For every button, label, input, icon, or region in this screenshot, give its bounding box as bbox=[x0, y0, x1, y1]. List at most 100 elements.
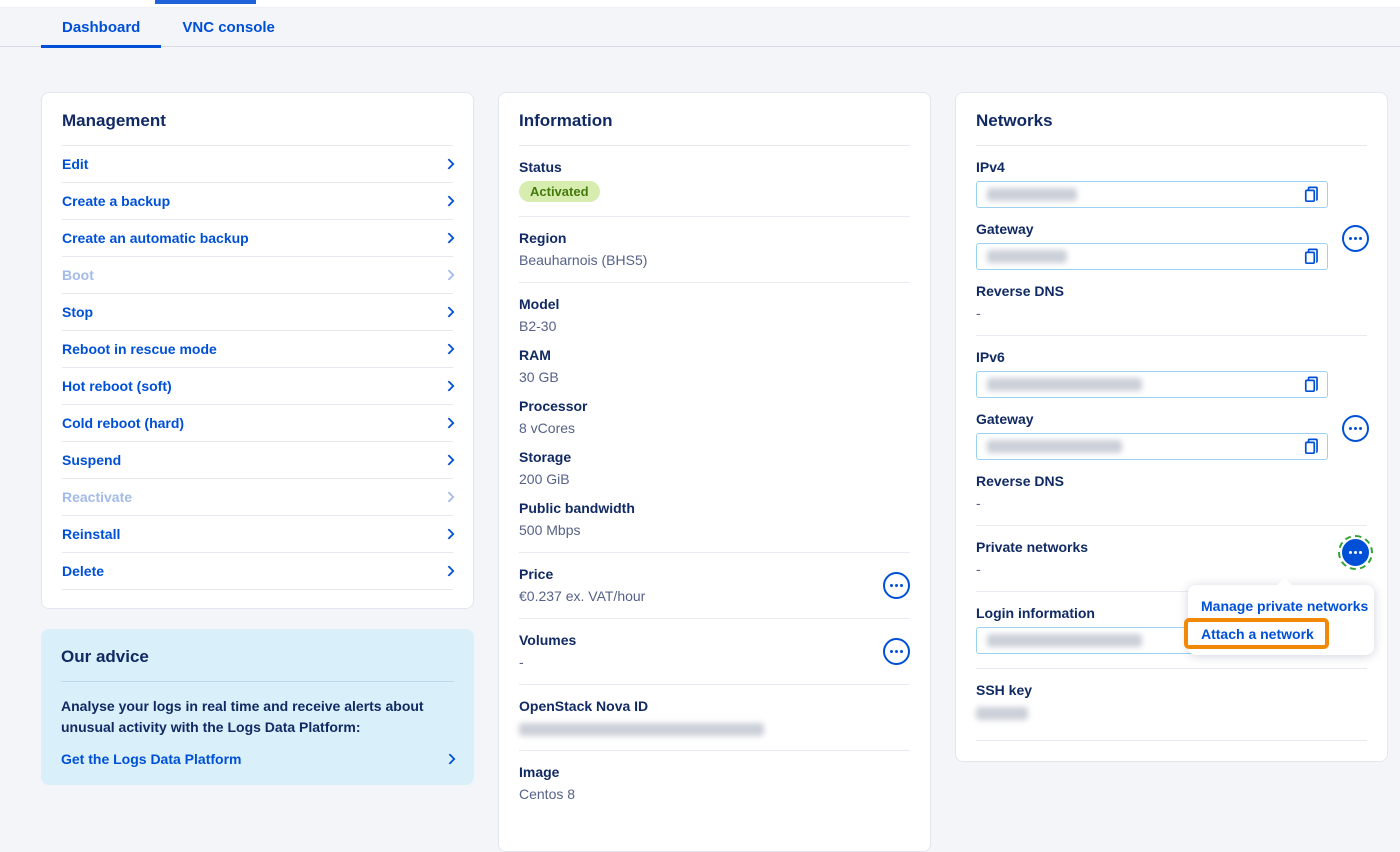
management-item-label: Cold reboot (hard) bbox=[62, 415, 184, 431]
ipv4-actions-button[interactable] bbox=[1342, 225, 1369, 252]
chevron-right-icon bbox=[443, 195, 454, 206]
ipv6-reverse-dns-value: - bbox=[976, 495, 1367, 511]
volumes-actions-button[interactable] bbox=[883, 638, 910, 665]
chevron-right-icon bbox=[443, 158, 454, 169]
management-item-reactivate: Reactivate bbox=[62, 479, 453, 516]
focus-ring bbox=[1338, 535, 1373, 570]
management-item-reboot-in-rescue-mode[interactable]: Reboot in rescue mode bbox=[62, 331, 453, 368]
region-label: Region bbox=[519, 230, 910, 246]
image-value: Centos 8 bbox=[519, 786, 910, 802]
ipv6-actions-button[interactable] bbox=[1342, 415, 1369, 442]
tab-vnc-console[interactable]: VNC console bbox=[161, 8, 296, 46]
model-value: B2-30 bbox=[519, 318, 910, 334]
ssh-key-label: SSH key bbox=[976, 682, 1367, 698]
tab-dashboard[interactable]: Dashboard bbox=[41, 8, 161, 46]
chevron-right-icon bbox=[443, 417, 454, 428]
volumes-value: - bbox=[519, 654, 576, 670]
chevron-right-icon bbox=[443, 343, 454, 354]
status-field: Status Activated bbox=[519, 159, 910, 202]
storage-field: Storage 200 GiB bbox=[519, 449, 910, 487]
advice-card: Our advice Analyse your logs in real tim… bbox=[41, 629, 474, 785]
ipv6-group: IPv6 Gateway Reverse DNS - bbox=[976, 349, 1367, 511]
tab-dashboard-label: Dashboard bbox=[62, 19, 140, 36]
ipv6-copy-button[interactable] bbox=[1303, 376, 1320, 393]
divider bbox=[976, 145, 1367, 146]
divider bbox=[519, 145, 910, 146]
management-item-suspend[interactable]: Suspend bbox=[62, 442, 453, 479]
divider bbox=[976, 335, 1367, 336]
copy-icon bbox=[1303, 248, 1320, 265]
advice-link[interactable]: Get the Logs Data Platform bbox=[61, 751, 454, 767]
management-item-boot: Boot bbox=[62, 257, 453, 294]
divider bbox=[519, 552, 910, 553]
ipv6-gateway-copy-button[interactable] bbox=[1303, 438, 1320, 455]
tab-indicator-partial bbox=[155, 0, 256, 4]
ipv4-gateway-label: Gateway bbox=[976, 221, 1367, 237]
model-field: Model B2-30 bbox=[519, 296, 910, 334]
ipv4-label: IPv4 bbox=[976, 159, 1367, 175]
ipv4-group: IPv4 Gateway Reverse DNS - bbox=[976, 159, 1367, 321]
ipv6-reverse-dns-label: Reverse DNS bbox=[976, 473, 1367, 489]
ipv6-value-box bbox=[976, 371, 1328, 398]
ipv4-copy-button[interactable] bbox=[1303, 186, 1320, 203]
management-item-cold-reboot[interactable]: Cold reboot (hard) bbox=[62, 405, 453, 442]
private-networks-actions-button[interactable] bbox=[1342, 539, 1369, 566]
ipv4-value-box bbox=[976, 181, 1328, 208]
management-item-label: Delete bbox=[62, 563, 104, 579]
price-label: Price bbox=[519, 566, 645, 582]
management-item-hot-reboot[interactable]: Hot reboot (soft) bbox=[62, 368, 453, 405]
ipv4-reverse-dns-value: - bbox=[976, 305, 1367, 321]
management-item-delete[interactable]: Delete bbox=[62, 553, 453, 590]
management-item-edit[interactable]: Edit bbox=[62, 146, 453, 183]
management-item-reinstall[interactable]: Reinstall bbox=[62, 516, 453, 553]
networks-card: Networks IPv4 Gateway Reverse DNS bbox=[955, 92, 1388, 762]
management-card: Management Edit Create a backup Create a… bbox=[41, 92, 474, 609]
divider bbox=[61, 681, 454, 682]
ipv6-gateway-value-box bbox=[976, 433, 1328, 460]
storage-label: Storage bbox=[519, 449, 910, 465]
nova-id-label: OpenStack Nova ID bbox=[519, 698, 910, 714]
chevron-right-icon bbox=[443, 528, 454, 539]
private-networks-value: - bbox=[976, 561, 1367, 577]
price-actions-button[interactable] bbox=[883, 572, 910, 599]
divider bbox=[976, 525, 1367, 526]
management-item-create-a-backup[interactable]: Create a backup bbox=[62, 183, 453, 220]
management-item-create-an-automatic-backup[interactable]: Create an automatic backup bbox=[62, 220, 453, 257]
processor-value: 8 vCores bbox=[519, 420, 910, 436]
region-field: Region Beauharnois (BHS5) bbox=[519, 230, 910, 268]
ipv4-reverse-dns-label: Reverse DNS bbox=[976, 283, 1367, 299]
bandwidth-field: Public bandwidth 500 Mbps bbox=[519, 500, 910, 538]
ipv4-gateway-copy-button[interactable] bbox=[1303, 248, 1320, 265]
management-title: Management bbox=[62, 111, 453, 131]
price-field: Price €0.237 ex. VAT/hour bbox=[519, 566, 910, 604]
management-item-label: Stop bbox=[62, 304, 93, 320]
advice-text: Analyse your logs in real time and recei… bbox=[61, 696, 454, 738]
management-item-label: Reactivate bbox=[62, 489, 132, 505]
popup-arrow bbox=[1277, 578, 1293, 594]
divider bbox=[519, 618, 910, 619]
chevron-right-icon bbox=[443, 565, 454, 576]
advice-link-label: Get the Logs Data Platform bbox=[61, 751, 241, 767]
information-title: Information bbox=[519, 111, 910, 131]
region-value: Beauharnois (BHS5) bbox=[519, 252, 910, 268]
management-item-label: Hot reboot (soft) bbox=[62, 378, 172, 394]
chevron-right-icon bbox=[443, 454, 454, 465]
ipv6-gateway-redacted-value bbox=[987, 440, 1122, 453]
tab-vnc-console-label: VNC console bbox=[182, 19, 275, 36]
menu-item-attach-a-network[interactable]: Attach a network bbox=[1188, 620, 1374, 648]
divider bbox=[519, 684, 910, 685]
divider bbox=[519, 750, 910, 751]
login-information-redacted-value bbox=[987, 634, 1142, 647]
private-networks-label: Private networks bbox=[976, 539, 1367, 555]
advice-title: Our advice bbox=[61, 647, 454, 667]
nova-id-redacted-value bbox=[519, 723, 764, 736]
processor-label: Processor bbox=[519, 398, 910, 414]
context-menu: Manage private networks Attach a network bbox=[1188, 585, 1374, 655]
storage-value: 200 GiB bbox=[519, 471, 910, 487]
menu-item-manage-private-networks[interactable]: Manage private networks bbox=[1188, 592, 1374, 620]
status-badge: Activated bbox=[519, 181, 600, 202]
processor-field: Processor 8 vCores bbox=[519, 398, 910, 436]
ellipsis-icon bbox=[1349, 427, 1352, 430]
ram-label: RAM bbox=[519, 347, 910, 363]
management-item-stop[interactable]: Stop bbox=[62, 294, 453, 331]
